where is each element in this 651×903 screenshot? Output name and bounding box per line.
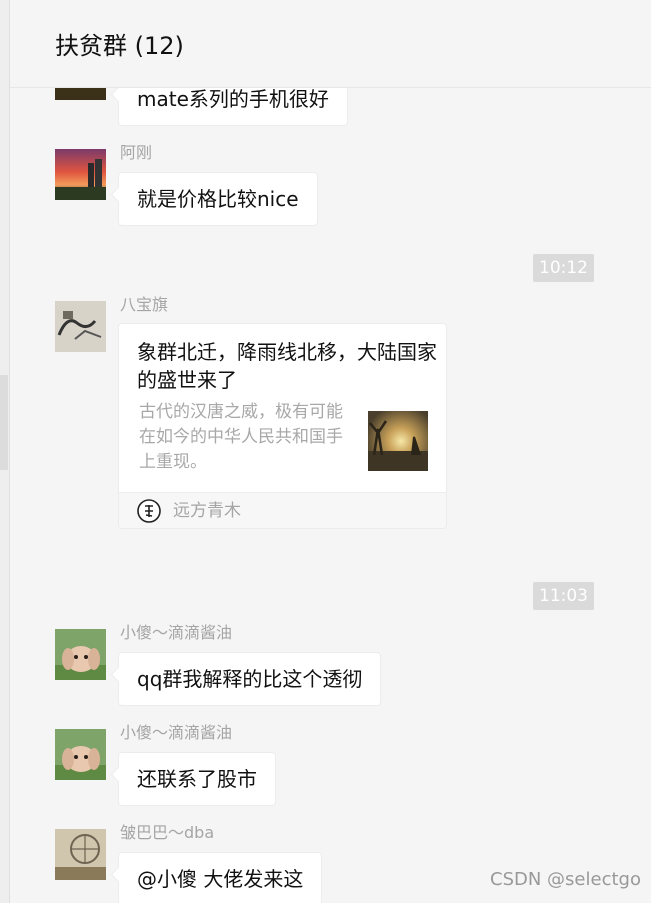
card-description: 古代的汉唐之威，极有可能在如今的中华人民共和国手上重现。 bbox=[139, 402, 343, 472]
link-card[interactable]: 象群北迁，降雨线北移，大陆国家的盛世来了 古代的汉唐之威，极有可能在如今的中华人… bbox=[118, 323, 447, 529]
avatar[interactable] bbox=[55, 149, 106, 200]
page-title: 扶贫群 (12) bbox=[55, 32, 184, 60]
source-logo-icon bbox=[137, 499, 161, 523]
message-bubble[interactable]: 还联系了股市 bbox=[118, 752, 276, 806]
message-text: qq群我解释的比这个透彻 bbox=[137, 667, 363, 691]
message-text: 还联系了股市 bbox=[137, 767, 257, 791]
sender-name: 阿刚 bbox=[120, 143, 153, 162]
message-bubble[interactable]: qq群我解释的比这个透彻 bbox=[118, 652, 382, 706]
avatar[interactable] bbox=[55, 629, 106, 680]
timestamp: 11:03 bbox=[533, 582, 594, 610]
message-bubble[interactable]: 就是价格比较nice bbox=[118, 172, 318, 226]
card-footer: 远方青木 bbox=[119, 492, 446, 528]
avatar[interactable] bbox=[55, 301, 106, 352]
message-text: @小傻 大佬发来这 bbox=[137, 867, 304, 891]
sender-name: 小傻～滴滴酱油 bbox=[120, 623, 233, 642]
timestamp: 10:12 bbox=[533, 254, 594, 282]
avatar[interactable] bbox=[55, 829, 106, 880]
message-text: 就是价格比较nice bbox=[137, 187, 299, 211]
side-scrollbar-thumb[interactable] bbox=[0, 375, 8, 470]
message-text: mate系列的手机很好 bbox=[137, 87, 329, 111]
side-panel-edge bbox=[0, 0, 10, 903]
watermark: CSDN @selectgo bbox=[490, 869, 641, 890]
avatar[interactable] bbox=[55, 729, 106, 780]
message-bubble[interactable]: @小傻 大佬发来这 bbox=[118, 852, 323, 903]
card-source-name: 远方青木 bbox=[173, 501, 241, 521]
sender-name: 皱巴巴～dba bbox=[120, 823, 215, 842]
chat-header: 扶贫群 (12) bbox=[10, 0, 651, 88]
card-title: 象群北迁，降雨线北移，大陆国家的盛世来了 bbox=[137, 340, 437, 392]
card-thumbnail bbox=[368, 411, 428, 471]
sender-name: 八宝旗 bbox=[120, 295, 169, 314]
message-list[interactable]: mate系列的手机很好 阿刚 就是价格比较nice 10:12 八宝旗 象群北迁… bbox=[10, 0, 651, 903]
sender-name: 小傻～滴滴酱油 bbox=[120, 723, 233, 742]
chat-window: mate系列的手机很好 阿刚 就是价格比较nice 10:12 八宝旗 象群北迁… bbox=[0, 0, 651, 903]
